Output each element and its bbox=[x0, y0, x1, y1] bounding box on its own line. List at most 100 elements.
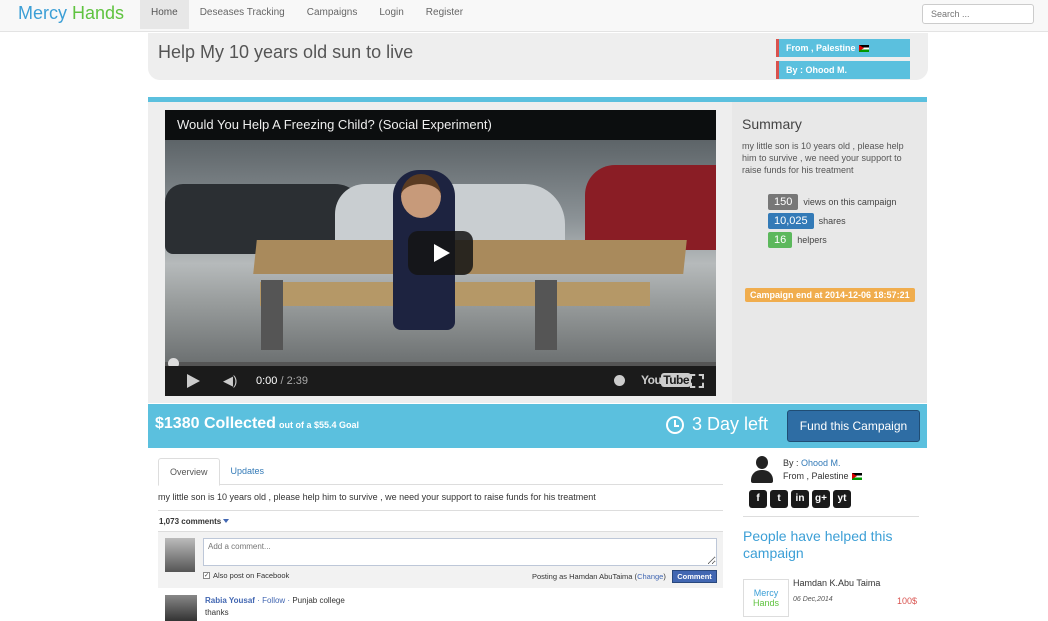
campaign-by-pill: By : Ohood M. bbox=[776, 61, 910, 79]
fullscreen-icon[interactable] bbox=[690, 374, 704, 388]
shares-stat: 10,025 shares bbox=[768, 213, 846, 229]
nav-home[interactable]: Home bbox=[140, 0, 189, 29]
campaign-header: Help My 10 years old sun to live From , … bbox=[148, 33, 928, 80]
scene-bench-leg bbox=[535, 280, 557, 350]
video-time: 0:00 / 2:39 bbox=[256, 375, 308, 387]
collected-text: $1380 Collected bbox=[155, 415, 276, 432]
video-duration: / 2:39 bbox=[280, 375, 309, 387]
shares-label: shares bbox=[818, 216, 846, 226]
helper-date: 06 Dec,2014 bbox=[793, 596, 833, 603]
video-title[interactable]: Would You Help A Freezing Child? (Social… bbox=[165, 110, 716, 140]
comment-count: 1,073 comments bbox=[159, 517, 222, 526]
owner-name-link[interactable]: Ohood M. bbox=[801, 458, 841, 468]
nav-campaigns[interactable]: Campaigns bbox=[296, 0, 369, 29]
google-plus-icon[interactable]: g+ bbox=[812, 490, 830, 508]
watch-later-icon[interactable] bbox=[614, 375, 625, 386]
helper-item: Mercy Hands Hamdan K.Abu Taima 06 Dec,20… bbox=[743, 576, 923, 617]
views-label: views on this campaign bbox=[803, 197, 897, 207]
nav-register[interactable]: Register bbox=[415, 0, 474, 29]
brand-part-2: Hands bbox=[72, 3, 125, 23]
youtube-logo-tube: Tube bbox=[661, 373, 692, 387]
helpers-stat: 16 helpers bbox=[768, 232, 827, 248]
twitter-icon[interactable]: t bbox=[770, 490, 788, 508]
nav-deseases-tracking[interactable]: Deseases Tracking bbox=[189, 0, 296, 29]
divider bbox=[158, 510, 723, 511]
funding-bar: $1380 Collected out of a $55.4 Goal 3 Day… bbox=[148, 404, 927, 448]
chevron-down-icon bbox=[223, 519, 230, 523]
also-post-checkbox[interactable]: ✓ bbox=[203, 572, 210, 579]
summary-panel: Summary my little son is 10 years old , … bbox=[732, 102, 927, 403]
clock-icon bbox=[666, 416, 684, 434]
brand-logo[interactable]: Mercy Hands bbox=[18, 3, 124, 24]
comment-composer: ✓ Also post on Facebook Posting as Hamda… bbox=[158, 531, 723, 588]
scene-car-red bbox=[585, 165, 716, 250]
posting-as-text: Posting as Hamdan AbuTaima ( bbox=[532, 572, 638, 581]
play-icon[interactable] bbox=[187, 374, 200, 388]
video-player[interactable]: Would You Help A Freezing Child? (Social… bbox=[165, 110, 716, 396]
owner-from-line: From , Palestine bbox=[783, 471, 862, 481]
volume-icon[interactable]: ◀) bbox=[223, 373, 237, 389]
campaign-by: By : Ohood M. bbox=[786, 65, 847, 75]
helper-name: Hamdan K.Abu Taima bbox=[793, 578, 881, 588]
youtube-logo-text: You bbox=[641, 373, 662, 387]
comment-author-name[interactable]: Rabia Yousaf bbox=[205, 596, 255, 605]
main-nav: Home Deseases Tracking Campaigns Login R… bbox=[140, 0, 474, 29]
tab-overview[interactable]: Overview bbox=[158, 458, 220, 486]
helper-logo-part-2: Hands bbox=[752, 598, 779, 608]
avatar[interactable] bbox=[165, 595, 197, 621]
posting-as-close: ) bbox=[663, 572, 666, 581]
change-account-link[interactable]: Change bbox=[637, 572, 663, 581]
scene-bench-leg bbox=[261, 280, 283, 350]
campaign-end-label: Campaign end at 2014-12-06 18:57:21 bbox=[745, 288, 915, 302]
comment-button[interactable]: Comment bbox=[672, 570, 717, 583]
comment-author: Rabia Yousaf · Follow · Punjab college bbox=[205, 596, 345, 605]
palestine-flag-icon bbox=[851, 473, 862, 480]
linkedin-icon[interactable]: in bbox=[791, 490, 809, 508]
video-current-time: 0:00 bbox=[256, 375, 278, 387]
helper-amount: 100$ bbox=[897, 596, 918, 606]
helper-avatar: Mercy Hands bbox=[743, 579, 789, 617]
user-icon-head bbox=[756, 456, 768, 469]
helpers-heading: People have helped this campaign bbox=[743, 528, 893, 561]
content-tabs: Overview Updates bbox=[158, 458, 723, 486]
owner-by-line: By : Ohood M. bbox=[783, 458, 841, 468]
comment-input[interactable] bbox=[203, 538, 717, 566]
divider bbox=[743, 516, 919, 517]
views-count-badge: 150 bbox=[768, 194, 799, 210]
campaign-from: From , Palestine bbox=[786, 43, 856, 53]
owner-from: From , Palestine bbox=[783, 471, 849, 481]
nav-login[interactable]: Login bbox=[368, 0, 414, 29]
youtube-logo-icon[interactable]: You Tube bbox=[641, 373, 692, 387]
scene-bench-seat bbox=[260, 282, 650, 306]
helper-logo-part-1: Mercy bbox=[753, 588, 779, 598]
play-button-icon[interactable] bbox=[408, 231, 473, 275]
youtube-icon[interactable]: yt bbox=[833, 490, 851, 508]
helpers-label: helpers bbox=[797, 235, 827, 245]
user-icon-body bbox=[751, 470, 773, 483]
follow-link[interactable]: · Follow · bbox=[257, 596, 290, 605]
shares-count-badge: 10,025 bbox=[768, 213, 814, 229]
facebook-icon[interactable]: f bbox=[749, 490, 767, 508]
video-controls: ◀) 0:00 / 2:39 You Tube bbox=[165, 366, 716, 396]
comment-author-school: Punjab college bbox=[292, 596, 345, 605]
fund-campaign-button[interactable]: Fund this Campaign bbox=[787, 410, 920, 442]
overview-text: my little son is 10 years old , please h… bbox=[158, 492, 596, 502]
also-post-option[interactable]: ✓ Also post on Facebook bbox=[203, 571, 289, 580]
summary-text: my little son is 10 years old , please h… bbox=[742, 141, 904, 175]
goal-text: out of a $55.4 Goal bbox=[278, 420, 359, 430]
palestine-flag-icon bbox=[858, 45, 869, 52]
owner-by-prefix: By : bbox=[783, 458, 802, 468]
brand-part-1: Mercy bbox=[18, 3, 67, 23]
also-post-label: Also post on Facebook bbox=[213, 571, 290, 580]
user-icon bbox=[749, 456, 775, 484]
tab-updates[interactable]: Updates bbox=[220, 458, 276, 484]
comment-count-sort[interactable]: 1,073 comments bbox=[159, 517, 230, 526]
summary-heading: Summary bbox=[742, 116, 802, 132]
posting-as: Posting as Hamdan AbuTaima (Change) bbox=[532, 572, 666, 581]
comment-item: Rabia Yousaf · Follow · Punjab college t… bbox=[158, 592, 723, 621]
views-stat: 150 views on this campaign bbox=[768, 194, 896, 210]
navbar: Mercy Hands Home Deseases Tracking Campa… bbox=[0, 0, 1048, 32]
helpers-count-badge: 16 bbox=[768, 232, 793, 248]
search-input[interactable] bbox=[922, 4, 1034, 24]
campaign-title: Help My 10 years old sun to live bbox=[158, 42, 414, 62]
